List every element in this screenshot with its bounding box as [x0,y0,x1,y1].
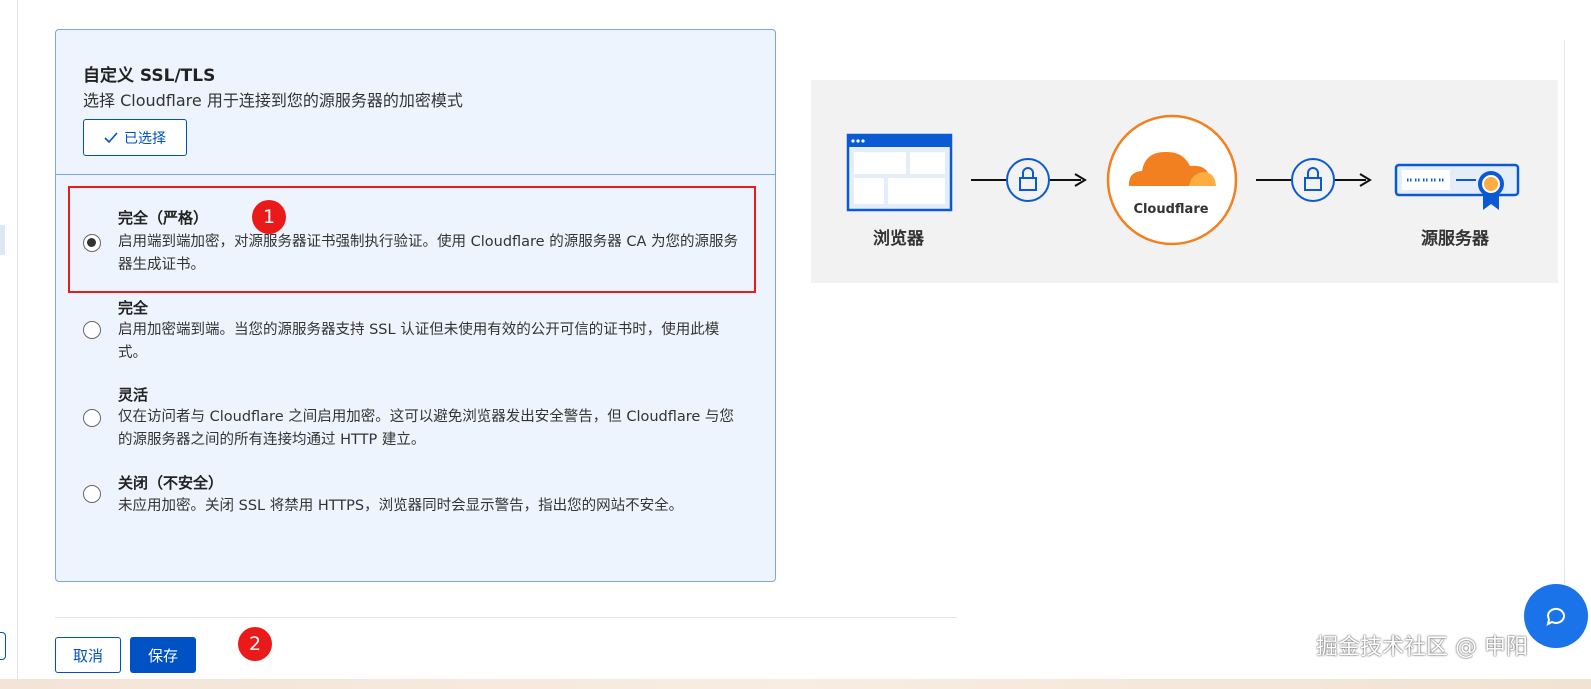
left-sidebar-edge [0,0,18,689]
option-full-strict[interactable]: 完全（严格） 启用端到端加密，对源服务器证书强制执行验证。使用 Cloudfla… [56,205,775,297]
sidebar-partial-control[interactable] [0,632,6,660]
option-description: 仅在访问者与 Cloudflare 之间启用加密。这可以避免浏览器发出安全警告，… [118,409,734,448]
origin-server-label: 源服务器 [1421,229,1489,249]
arrow-lock-1 [971,158,1087,202]
origin-server-icon [1394,163,1520,210]
card-description: 选择 Cloudflare 用于连接到您的源服务器的加密模式 [83,91,463,110]
chat-button[interactable] [1524,584,1588,648]
sidebar-active-marker [0,225,5,255]
selected-label: 已选择 [124,130,166,147]
option-full[interactable]: 完全 启用加密端到端。当您的源服务器支持 SSL 认证但未使用有效的公开可信的证… [56,296,775,376]
browser-label: 浏览器 [873,229,924,249]
ssl-flow-diagram: 浏览器 Cloudflare 源服务器 [811,80,1558,283]
card-header: 自定义 SSL/TLS 选择 Cloudflare 用于连接到您的源服务器的加密… [56,30,775,175]
watermark: 掘金技术社区 @ 申阳 [1316,635,1528,660]
panel-edge-line [1564,40,1565,600]
browser-icon [846,133,953,212]
radio-full-strict[interactable] [83,234,101,252]
radio-full[interactable] [83,321,101,339]
chat-icon [1546,607,1565,626]
option-title: 灵活 [118,386,149,404]
cancel-button[interactable]: 取消 [55,637,121,673]
option-description: 启用端到端加密，对源服务器证书强制执行验证。使用 Cloudflare 的源服务… [118,234,738,273]
annotation-step-1: 1 [252,200,286,234]
diagram-graphics [846,114,1520,246]
annotation-step-2: 2 [238,627,272,661]
radio-flexible[interactable] [83,409,101,427]
cloudflare-label: Cloudflare [1133,202,1209,217]
card-title: 自定义 SSL/TLS [83,66,216,86]
cloudflare-icon [1106,114,1238,246]
save-button[interactable]: 保存 [130,637,196,673]
option-description: 未应用加密。关闭 SSL 将禁用 HTTPS，浏览器同时会显示警告，指出您的网站… [118,498,684,514]
custom-ssl-card: 自定义 SSL/TLS 选择 Cloudflare 用于连接到您的源服务器的加密… [55,29,776,582]
option-flexible[interactable]: 灵活 仅在访问者与 Cloudflare 之间启用加密。这可以避免浏览器发出安全… [56,383,775,463]
option-title: 完全（严格） [118,209,209,227]
footer-divider [55,617,957,618]
bottom-strip [0,679,1591,689]
selected-button[interactable]: 已选择 [83,119,187,156]
option-description: 启用加密端到端。当您的源服务器支持 SSL 认证但未使用有效的公开可信的证书时，… [118,322,720,361]
option-title: 关闭（不安全） [118,474,224,492]
option-title: 完全 [118,299,149,317]
arrow-lock-2 [1256,158,1372,202]
radio-off[interactable] [83,485,101,503]
option-off[interactable]: 关闭（不安全） 未应用加密。关闭 SSL 将禁用 HTTPS，浏览器同时会显示警… [56,471,775,531]
check-icon [104,131,118,144]
